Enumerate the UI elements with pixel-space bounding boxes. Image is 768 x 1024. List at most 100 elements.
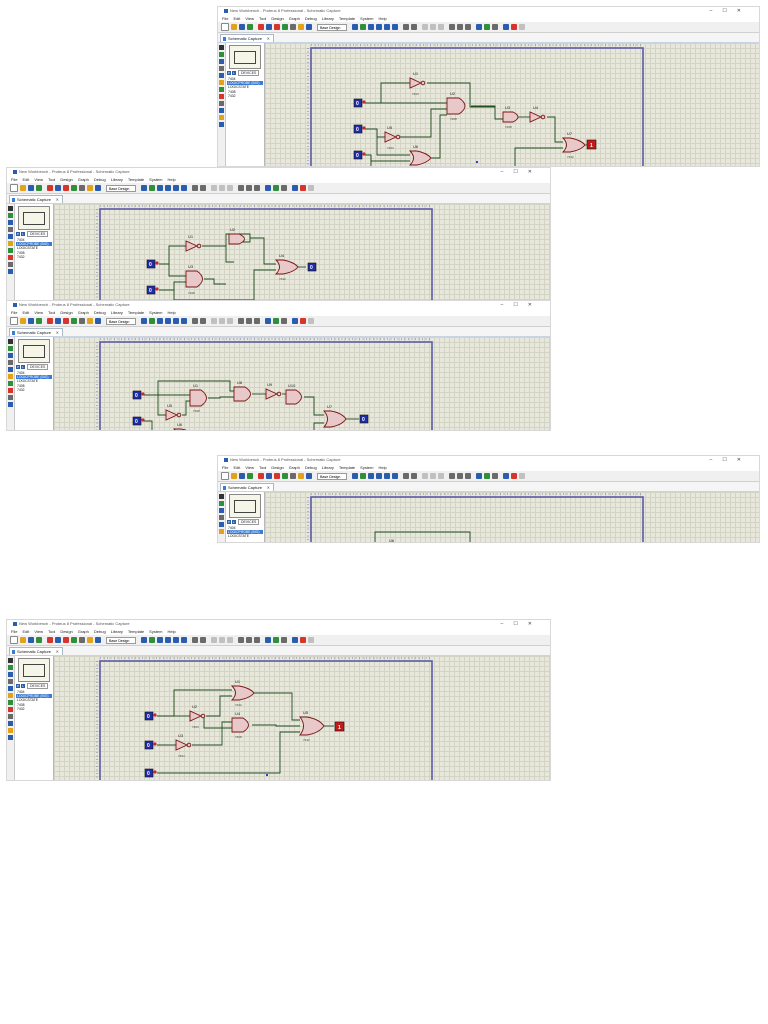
menu-debug[interactable]: Debug — [94, 629, 106, 634]
copy-icon[interactable] — [430, 24, 436, 30]
code-icon[interactable] — [87, 637, 93, 643]
tab-schematic-capture[interactable]: Schematic Capture ✕ — [9, 647, 63, 655]
schematic-icon[interactable] — [266, 473, 272, 479]
gate-u9[interactable]: U9 — [265, 382, 282, 400]
logic-probe-output[interactable]: 0 — [307, 262, 317, 272]
make-device-icon[interactable] — [484, 24, 490, 30]
menu-view[interactable]: View — [34, 310, 43, 315]
device-item[interactable]: 7432 — [16, 388, 52, 392]
copy-icon[interactable] — [219, 637, 225, 643]
netlist-icon[interactable] — [292, 318, 298, 324]
pcb-icon[interactable] — [63, 318, 69, 324]
block-copy-icon[interactable] — [449, 473, 455, 479]
redo-icon[interactable] — [200, 318, 206, 324]
menu-design[interactable]: Design — [60, 177, 72, 182]
wire-autoroute-icon[interactable] — [492, 24, 498, 30]
text-script-icon[interactable] — [8, 686, 13, 691]
junction-icon[interactable] — [8, 220, 13, 225]
menu-debug[interactable]: Debug — [94, 177, 106, 182]
bus-icon[interactable] — [219, 529, 224, 534]
logic-state-c[interactable]: 0 — [353, 150, 366, 160]
zoom-out-icon[interactable] — [384, 24, 390, 30]
open-folder-icon[interactable] — [20, 318, 26, 324]
home-icon[interactable] — [47, 637, 53, 643]
device-item[interactable]: 7432 — [16, 707, 52, 711]
import-icon[interactable] — [247, 24, 253, 30]
generator-icon[interactable] — [8, 269, 13, 274]
selection-mode-icon[interactable] — [8, 339, 13, 344]
gate-u3[interactable]: U3 7404 — [175, 733, 192, 758]
pcb-icon[interactable] — [274, 24, 280, 30]
junction-icon[interactable] — [219, 59, 224, 64]
block-copy-icon[interactable] — [238, 637, 244, 643]
close-window-button[interactable]: ✕ — [528, 302, 542, 308]
menu-template[interactable]: Template — [128, 310, 144, 315]
menu-file[interactable]: File — [222, 465, 228, 470]
copy-icon[interactable] — [219, 185, 225, 191]
import-icon[interactable] — [247, 473, 253, 479]
paste-icon[interactable] — [227, 185, 233, 191]
menu-edit[interactable]: Edit — [22, 177, 29, 182]
gate-u7[interactable]: U7 7432 — [561, 131, 586, 159]
save-icon[interactable] — [239, 473, 245, 479]
pcb-icon[interactable] — [274, 473, 280, 479]
property-icon[interactable] — [308, 318, 314, 324]
wire-autoroute-icon[interactable] — [281, 185, 287, 191]
block-move-icon[interactable] — [246, 185, 252, 191]
component-mode-icon[interactable] — [8, 346, 13, 351]
property-icon[interactable] — [519, 473, 525, 479]
undo-icon[interactable] — [192, 318, 198, 324]
wire-label-icon[interactable] — [8, 227, 13, 232]
zoom-in-icon[interactable] — [165, 185, 171, 191]
zoom-in-icon[interactable] — [376, 24, 382, 30]
pan-icon[interactable] — [157, 637, 163, 643]
zoom-out-icon[interactable] — [173, 637, 179, 643]
block-delete-icon[interactable] — [254, 185, 260, 191]
menu-template[interactable]: Template — [128, 629, 144, 634]
generator-icon[interactable] — [219, 108, 224, 113]
paste-icon[interactable] — [438, 24, 444, 30]
cut-icon[interactable] — [422, 24, 428, 30]
block-move-icon[interactable] — [457, 473, 463, 479]
paste-icon[interactable] — [227, 637, 233, 643]
maximize-button[interactable]: ☐ — [513, 302, 527, 308]
logic-state-b[interactable]: 0 — [132, 416, 145, 426]
menu-help[interactable]: Help — [168, 629, 176, 634]
block-delete-icon[interactable] — [465, 24, 471, 30]
bom-icon[interactable] — [290, 24, 296, 30]
wire-label-icon[interactable] — [219, 66, 224, 71]
bus-icon[interactable] — [8, 241, 13, 246]
undo-icon[interactable] — [403, 24, 409, 30]
undo-icon[interactable] — [403, 473, 409, 479]
bom-icon[interactable] — [79, 637, 85, 643]
zoom-out-icon[interactable] — [173, 185, 179, 191]
make-device-icon[interactable] — [484, 473, 490, 479]
menu-help[interactable]: Help — [168, 310, 176, 315]
drc-icon[interactable] — [511, 473, 517, 479]
menu-file[interactable]: File — [222, 16, 228, 21]
pan-icon[interactable] — [157, 318, 163, 324]
overview-window[interactable] — [18, 339, 50, 363]
tab-schematic-capture[interactable]: Schematic Capture ✕ — [220, 483, 274, 491]
wire-autoroute-icon[interactable] — [492, 473, 498, 479]
save-icon[interactable] — [239, 24, 245, 30]
drc-icon[interactable] — [300, 318, 306, 324]
code-icon[interactable] — [298, 473, 304, 479]
gerber-icon[interactable] — [71, 185, 77, 191]
menu-edit[interactable]: Edit — [22, 629, 29, 634]
drc-icon[interactable] — [511, 24, 517, 30]
minimize-button[interactable]: – — [710, 8, 723, 14]
device-pin-icon[interactable] — [8, 388, 13, 393]
gate-u6[interactable]: U6 — [408, 144, 432, 166]
zoom-in-icon[interactable] — [165, 318, 171, 324]
block-delete-icon[interactable] — [465, 473, 471, 479]
gate-u5[interactable]: U5 — [165, 403, 182, 421]
gerber-icon[interactable] — [71, 318, 77, 324]
menu-debug[interactable]: Debug — [94, 310, 106, 315]
gate-u7[interactable]: U7 — [323, 404, 347, 428]
overview-window[interactable] — [18, 206, 50, 230]
zoom-out-icon[interactable] — [173, 318, 179, 324]
menu-help[interactable]: Help — [379, 465, 387, 470]
drc-icon[interactable] — [300, 185, 306, 191]
menu-tool[interactable]: Tool — [259, 16, 266, 21]
